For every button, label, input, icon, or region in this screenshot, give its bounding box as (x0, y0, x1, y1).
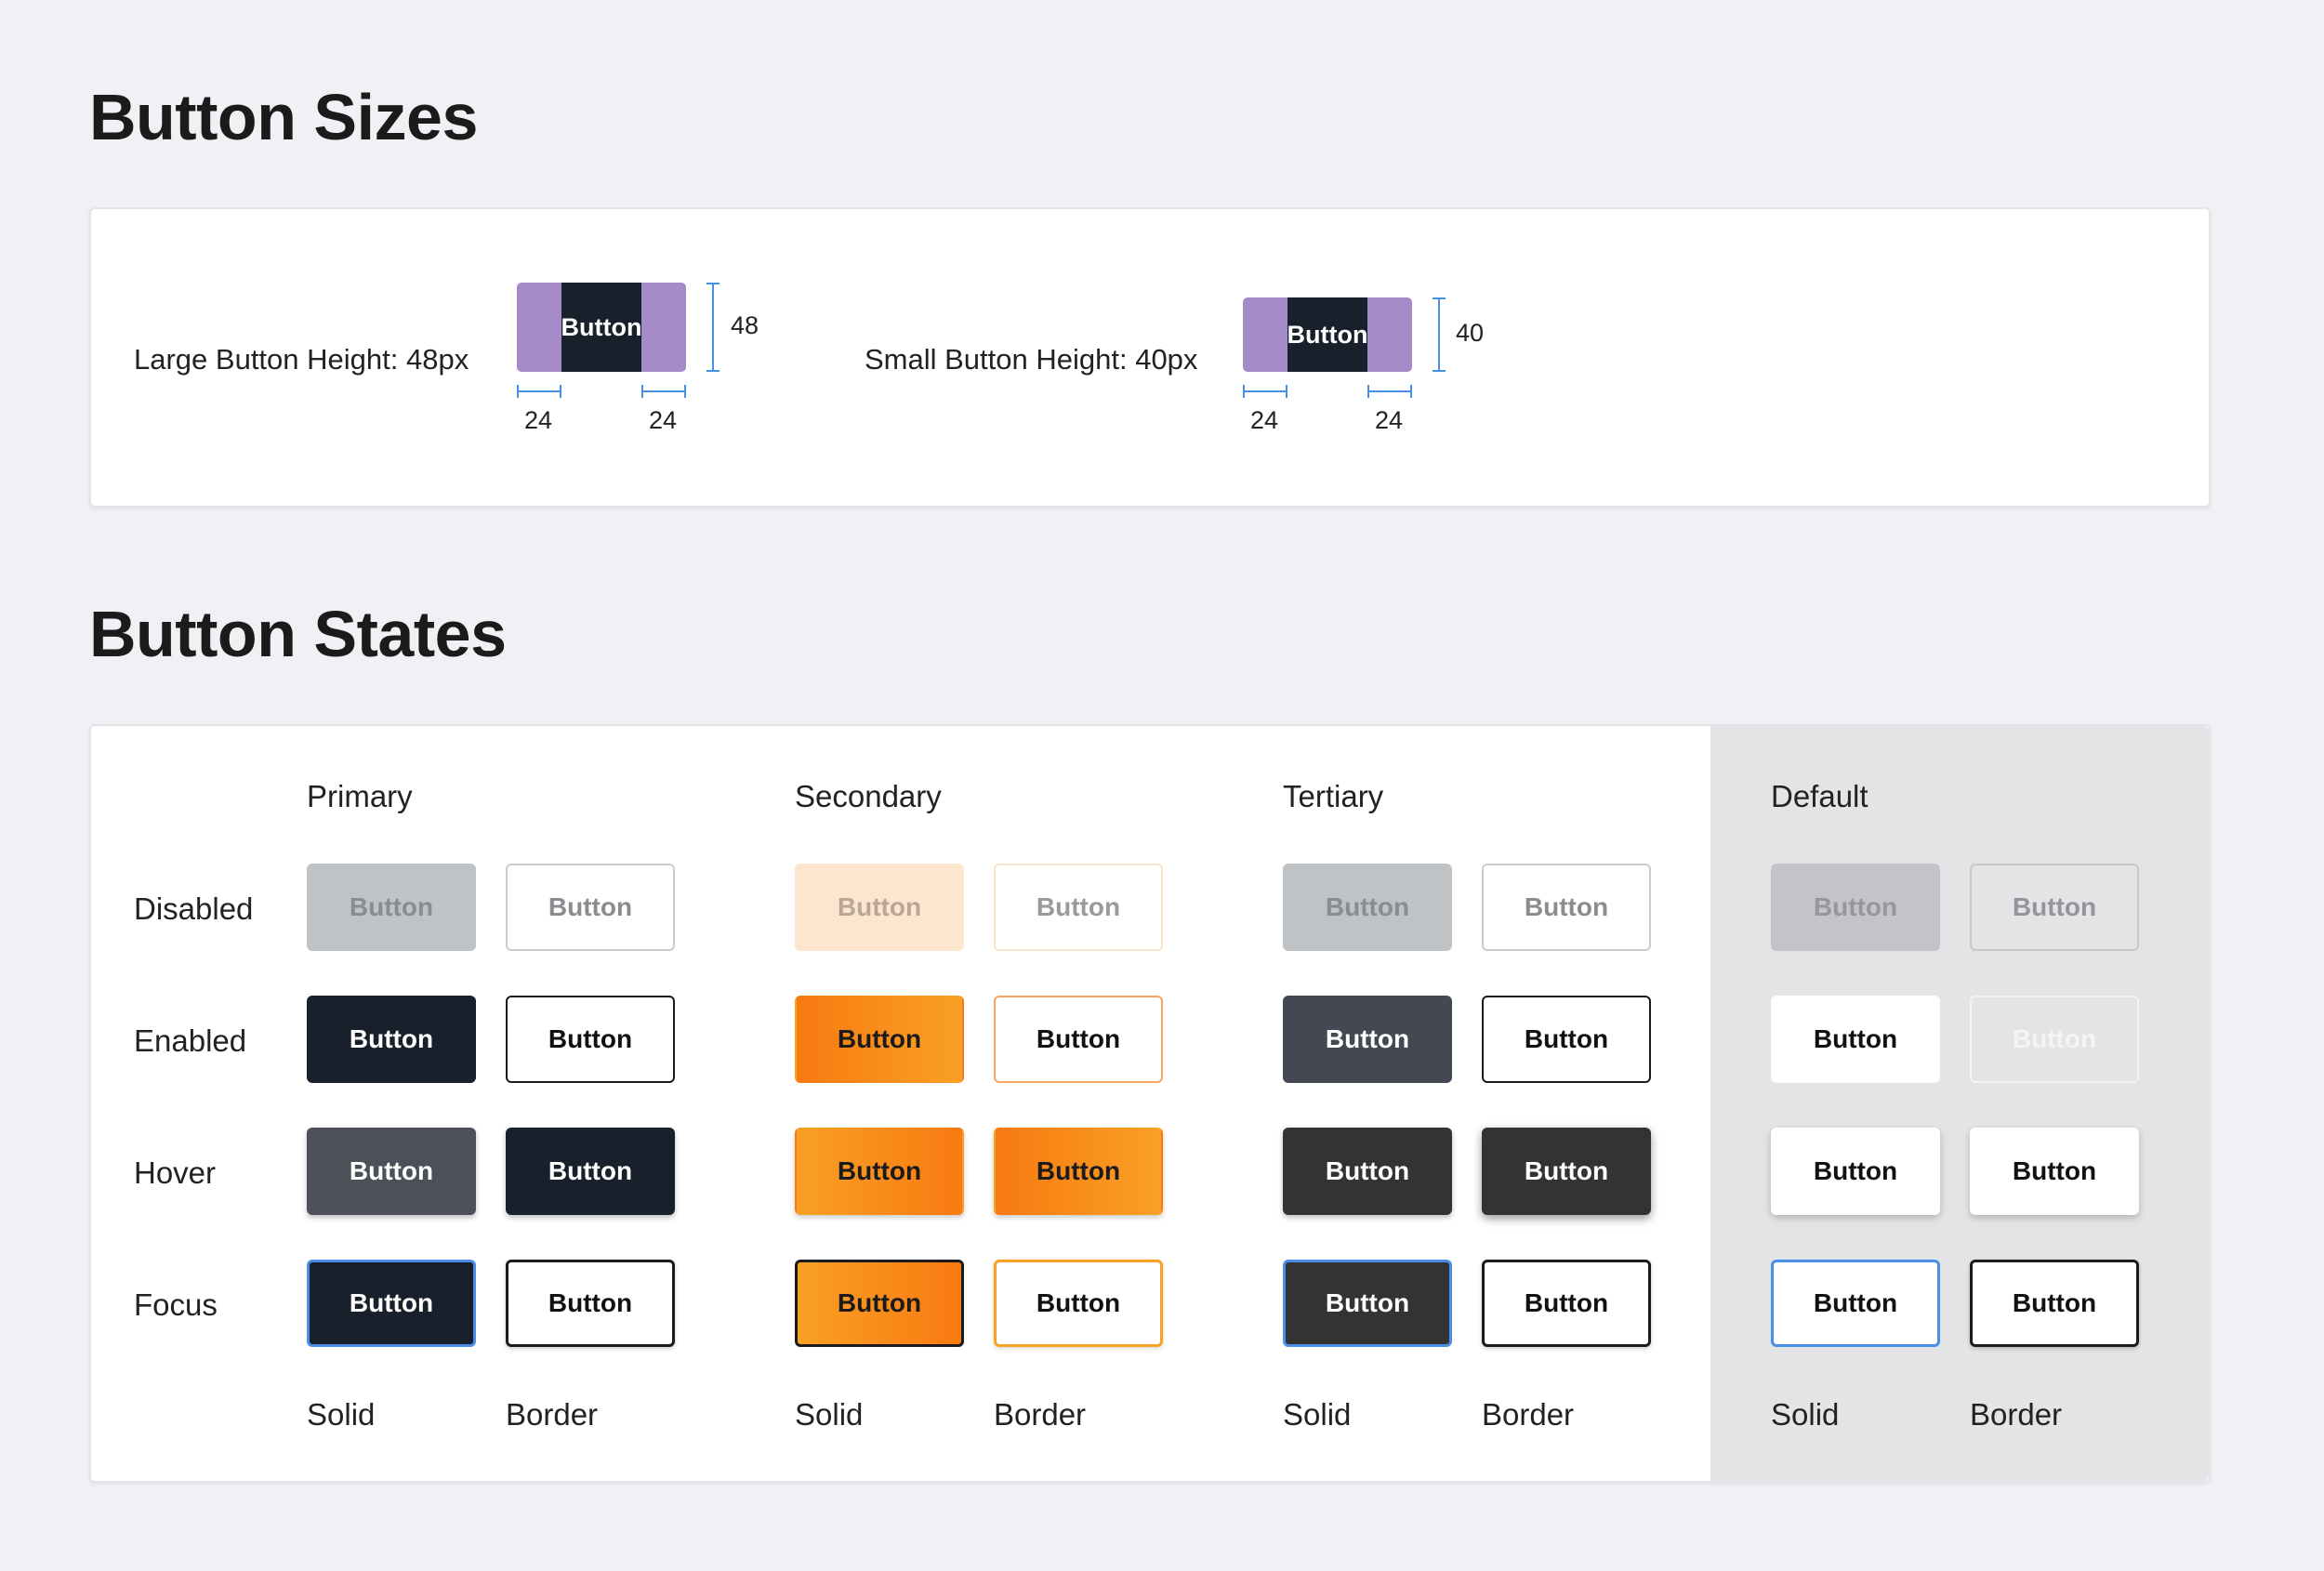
secondary-border-enabled-button[interactable]: Button (994, 996, 1163, 1083)
button-sizes-title: Button Sizes (89, 81, 478, 153)
col-label-tertiary-solid: Solid (1283, 1397, 1352, 1432)
group-label-primary: Primary (307, 779, 413, 813)
button-states-title: Button States (89, 598, 507, 670)
pad-right-measure-line (1367, 385, 1412, 398)
group-label-default: Default (1771, 779, 1868, 813)
col-label-primary-border: Border (506, 1397, 599, 1432)
tertiary-border-hover-button[interactable]: Button (1482, 1128, 1651, 1215)
secondary-border-focus-button[interactable]: Button (994, 1260, 1163, 1347)
row-label-hover: Hover (134, 1155, 217, 1190)
col-label-primary-solid: Solid (307, 1397, 376, 1432)
pad-left-measure-line (517, 385, 561, 398)
pad-left-measure-line (1243, 385, 1287, 398)
col-label-default-solid: Solid (1771, 1397, 1840, 1432)
secondary-solid-disabled-button[interactable]: Button (795, 864, 964, 951)
primary-border-disabled-button[interactable]: Button (506, 864, 675, 951)
primary-solid-focus-button[interactable]: Button (307, 1260, 476, 1347)
padding-left (1243, 297, 1287, 372)
group-label-tertiary: Tertiary (1283, 779, 1384, 813)
default-solid-hover-button[interactable]: Button (1771, 1128, 1940, 1215)
small-height-value: 40 (1456, 319, 1485, 347)
default-solid-disabled-button[interactable]: Button (1771, 864, 1940, 951)
small-button-sample: Button (1287, 297, 1367, 372)
button-sizes-card: Large Button Height: 48px Button 48 24 2… (89, 207, 2211, 508)
padding-right (641, 283, 686, 372)
tertiary-border-enabled-button[interactable]: Button (1482, 996, 1651, 1083)
secondary-border-disabled-button[interactable]: Button (994, 864, 1163, 951)
tertiary-solid-hover-button[interactable]: Button (1283, 1128, 1452, 1215)
small-button-spec: Button (1243, 297, 1412, 372)
pad-right-measure-line (641, 385, 686, 398)
height-measure-line (706, 283, 720, 372)
primary-border-enabled-button[interactable]: Button (506, 996, 675, 1083)
large-pad-right-value: 24 (649, 406, 678, 434)
primary-solid-disabled-button[interactable]: Button (307, 864, 476, 951)
large-pad-left-value: 24 (524, 406, 553, 434)
secondary-solid-enabled-button[interactable]: Button (795, 996, 964, 1083)
primary-border-hover-button[interactable]: Button (506, 1128, 675, 1215)
col-label-default-border: Border (1970, 1397, 2063, 1432)
default-border-focus-button[interactable]: Button (1970, 1260, 2139, 1347)
default-border-enabled-button[interactable]: Button (1970, 996, 2139, 1083)
col-label-secondary-solid: Solid (795, 1397, 864, 1432)
group-label-secondary: Secondary (795, 779, 942, 813)
secondary-solid-hover-button[interactable]: Button (795, 1128, 964, 1215)
default-solid-focus-button[interactable]: Button (1771, 1260, 1940, 1347)
row-label-disabled: Disabled (134, 891, 254, 926)
primary-border-focus-button[interactable]: Button (506, 1260, 675, 1347)
tertiary-solid-disabled-button[interactable]: Button (1283, 864, 1452, 951)
large-button-spec: Button (517, 283, 686, 372)
col-label-secondary-border: Border (994, 1397, 1087, 1432)
primary-solid-enabled-button[interactable]: Button (307, 996, 476, 1083)
large-height-value: 48 (731, 311, 759, 339)
small-pad-left-value: 24 (1250, 406, 1279, 434)
col-label-tertiary-border: Border (1482, 1397, 1575, 1432)
row-label-focus: Focus (134, 1287, 218, 1322)
padding-left (517, 283, 561, 372)
row-label-enabled: Enabled (134, 1023, 247, 1058)
height-measure-line (1433, 297, 1446, 372)
tertiary-solid-focus-button[interactable]: Button (1283, 1260, 1452, 1347)
tertiary-solid-enabled-button[interactable]: Button (1283, 996, 1452, 1083)
default-solid-enabled-button[interactable]: Button (1771, 996, 1940, 1083)
padding-right (1367, 297, 1412, 372)
large-button-sample: Button (561, 283, 641, 372)
button-states-card: Primary Secondary Tertiary Default Disab… (89, 724, 2211, 1483)
tertiary-border-focus-button[interactable]: Button (1482, 1260, 1651, 1347)
default-panel (1710, 726, 2209, 1481)
small-button-label: Small Button Height: 40px (865, 343, 1198, 376)
primary-solid-hover-button[interactable]: Button (307, 1128, 476, 1215)
secondary-solid-focus-button[interactable]: Button (795, 1260, 964, 1347)
large-button-label: Large Button Height: 48px (134, 343, 469, 376)
default-border-hover-button[interactable]: Button (1970, 1128, 2139, 1215)
tertiary-border-disabled-button[interactable]: Button (1482, 864, 1651, 951)
small-pad-right-value: 24 (1375, 406, 1404, 434)
default-border-disabled-button[interactable]: Button (1970, 864, 2139, 951)
secondary-border-hover-button[interactable]: Button (994, 1128, 1163, 1215)
